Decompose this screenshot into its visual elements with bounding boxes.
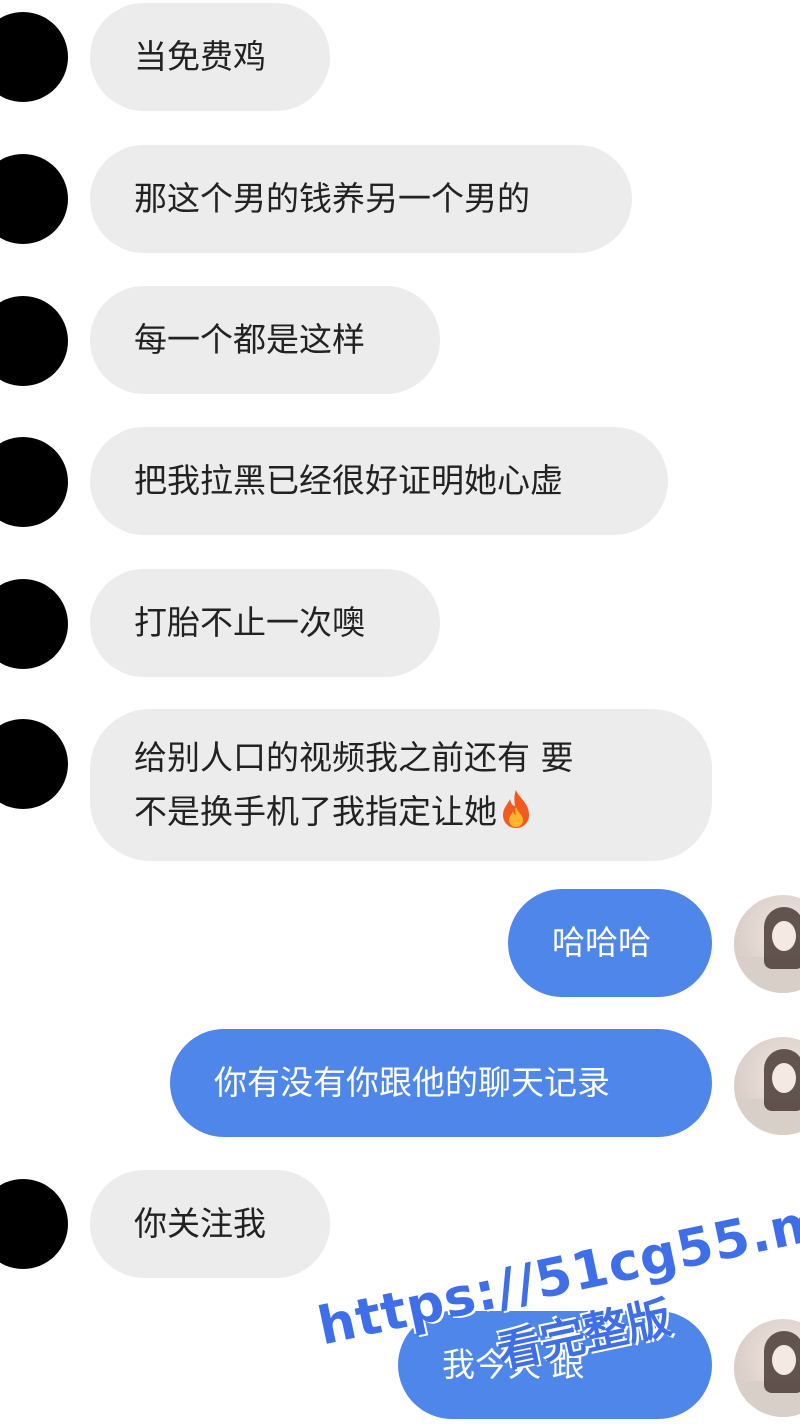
avatar[interactable] xyxy=(0,579,68,669)
avatar[interactable] xyxy=(734,1319,800,1417)
message-row: 每一个都是这样 xyxy=(0,282,800,397)
message-text: 你有没有你跟他的聊天记录 xyxy=(214,1063,610,1102)
message-row: 把我拉黑已经很好证明她心虚 xyxy=(0,423,800,538)
message-bubble-outgoing[interactable]: 你有没有你跟他的聊天记录 xyxy=(170,1029,712,1137)
message-text: 打胎不止一次噢 xyxy=(134,603,365,642)
avatar[interactable] xyxy=(0,296,68,386)
message-bubble-incoming[interactable]: 那这个男的钱养另一个男的 xyxy=(90,145,632,253)
message-text: 我今天 跟 xyxy=(442,1345,585,1384)
avatar[interactable] xyxy=(0,719,68,809)
message-text: 当免费鸡 xyxy=(134,37,266,76)
message-bubble-incoming[interactable]: 给别人口的视频我之前还有 要 不是换手机了我指定让她 xyxy=(90,709,712,861)
message-row: 你关注我 xyxy=(0,1165,800,1283)
avatar[interactable] xyxy=(734,1037,800,1135)
message-text-line: 给别人口的视频我之前还有 要 xyxy=(134,738,574,777)
message-bubble-incoming[interactable]: 当免费鸡 xyxy=(90,3,330,111)
message-text: 把我拉黑已经很好证明她心虚 xyxy=(134,461,563,500)
avatar[interactable] xyxy=(0,437,68,527)
message-bubble-outgoing[interactable]: 我今天 跟 xyxy=(398,1311,712,1419)
avatar[interactable] xyxy=(0,154,68,244)
message-text-line: 不是换手机了我指定让她 xyxy=(134,785,668,839)
message-row: 我今天 跟 xyxy=(0,1305,800,1423)
avatar[interactable] xyxy=(734,895,800,993)
message-text: 哈哈哈 xyxy=(552,923,651,962)
fire-emoji-icon xyxy=(503,790,529,828)
message-text: 那这个男的钱养另一个男的 xyxy=(134,179,530,218)
message-text: 不是换手机了我指定让她 xyxy=(134,792,497,831)
avatar[interactable] xyxy=(0,12,68,102)
message-bubble-incoming[interactable]: 打胎不止一次噢 xyxy=(90,569,440,677)
message-text: 每一个都是这样 xyxy=(134,320,365,359)
avatar-photo-face xyxy=(772,921,796,951)
message-row: 你有没有你跟他的聊天记录 xyxy=(0,1025,800,1143)
message-row: 哈哈哈 xyxy=(0,885,800,1003)
message-text: 你关注我 xyxy=(134,1204,266,1243)
avatar[interactable] xyxy=(0,1179,68,1269)
message-row: 当免费鸡 xyxy=(0,0,800,115)
message-bubble-incoming[interactable]: 每一个都是这样 xyxy=(90,286,440,394)
message-bubble-incoming[interactable]: 把我拉黑已经很好证明她心虚 xyxy=(90,427,668,535)
avatar-photo-face xyxy=(772,1063,796,1093)
avatar-photo-face xyxy=(772,1345,796,1375)
message-bubble-incoming[interactable]: 你关注我 xyxy=(90,1170,330,1278)
message-row: 给别人口的视频我之前还有 要 不是换手机了我指定让她 xyxy=(0,705,800,865)
message-row: 那这个男的钱养另一个男的 xyxy=(0,140,800,255)
message-row: 打胎不止一次噢 xyxy=(0,565,800,680)
message-bubble-outgoing[interactable]: 哈哈哈 xyxy=(508,889,712,997)
